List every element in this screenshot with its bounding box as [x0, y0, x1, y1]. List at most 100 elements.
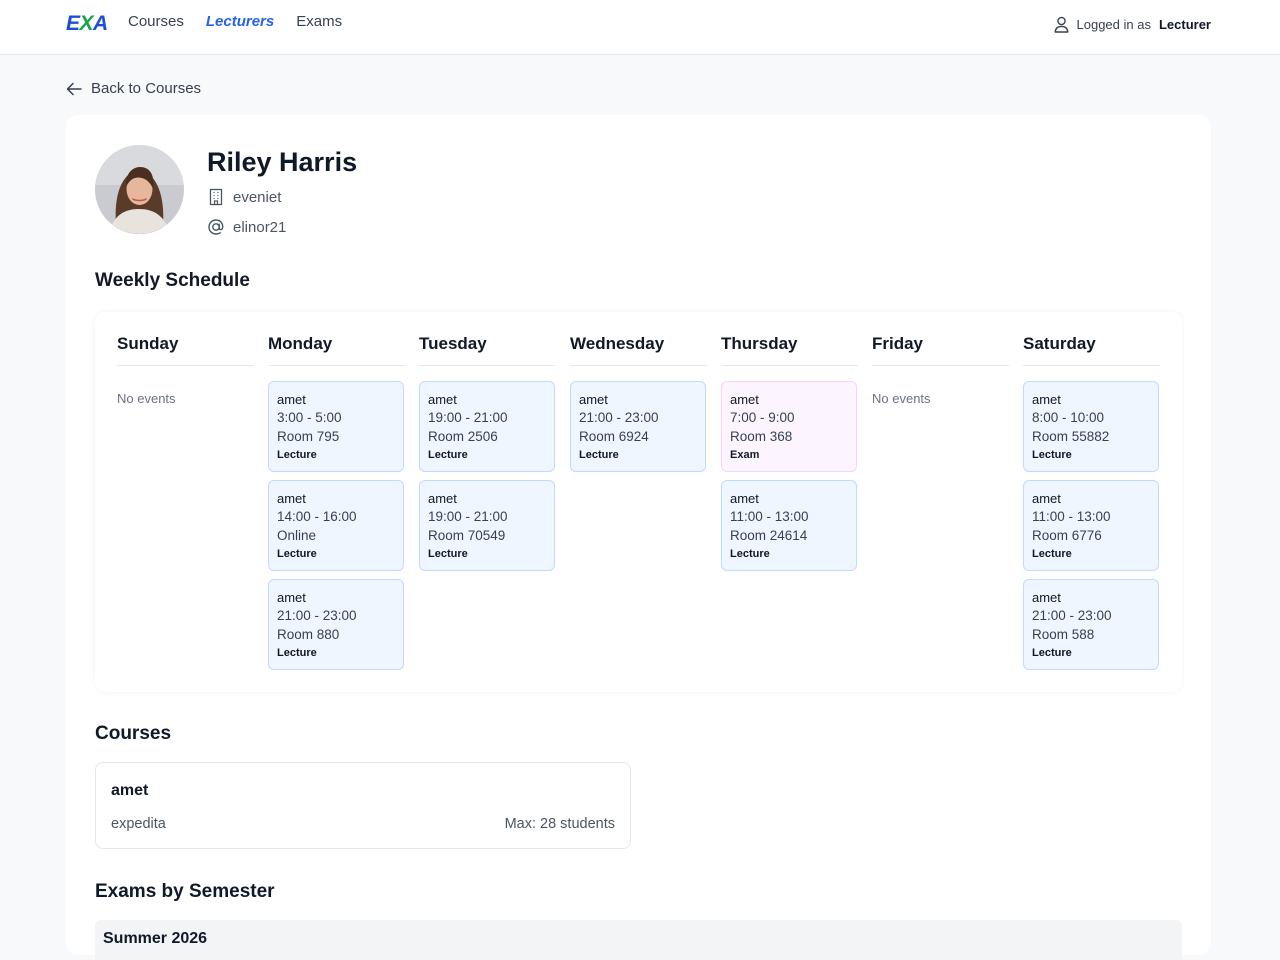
event-type: Lecture — [428, 548, 468, 560]
logo-letter-e: E — [66, 12, 80, 35]
department-line: eveniet — [207, 188, 281, 206]
day-header: Tuesday — [419, 334, 556, 366]
course-title: amet — [111, 782, 149, 799]
event-title: amet — [428, 491, 457, 506]
back-to-courses-link[interactable]: Back to Courses — [66, 80, 201, 97]
event-time: 3:00 - 5:00 — [277, 410, 342, 425]
event-location: Room 368 — [730, 428, 793, 444]
nav-link-courses[interactable]: Courses — [128, 13, 184, 30]
event-location: Room 6924 — [579, 428, 649, 444]
event-time: 8:00 - 10:00 — [1032, 410, 1105, 425]
avatar-image — [95, 145, 184, 234]
event-time: 11:00 - 13:00 — [730, 509, 809, 524]
logo-letter-x: X — [79, 12, 94, 35]
event-title: amet — [730, 491, 759, 506]
course-max-students: Max: 28 students — [504, 816, 615, 832]
event-title: amet — [579, 392, 608, 407]
event-time: 11:00 - 13:00 — [1032, 509, 1111, 524]
event-type: Lecture — [277, 647, 317, 659]
no-events-label: No events — [117, 391, 176, 406]
event-list: amet 19:00 - 21:00 Room 2506 Lecture ame… — [419, 381, 556, 571]
day-column-friday: Friday No events — [872, 334, 1009, 406]
event-location: Room 24614 — [730, 527, 808, 543]
event-card[interactable]: amet 14:00 - 16:00 Online Lecture — [268, 480, 404, 571]
at-sign-icon — [208, 219, 224, 235]
event-card[interactable]: amet 21:00 - 23:00 Room 6924 Lecture — [570, 381, 706, 472]
user-status[interactable]: Logged in as Lecturer — [1054, 16, 1211, 33]
day-header: Friday — [872, 334, 1009, 366]
event-time: 21:00 - 23:00 — [579, 410, 659, 425]
event-card[interactable]: amet 11:00 - 13:00 Room 6776 Lecture — [1023, 480, 1159, 571]
event-location: Room 2506 — [428, 428, 498, 444]
event-type: Lecture — [1032, 449, 1072, 461]
event-title: amet — [730, 392, 759, 407]
user-icon — [1054, 16, 1069, 33]
event-time: 7:00 - 9:00 — [730, 410, 795, 425]
building-icon — [209, 188, 223, 206]
event-card[interactable]: amet 19:00 - 21:00 Room 2506 Lecture — [419, 381, 555, 472]
exams-by-semester-heading: Exams by Semester — [95, 881, 275, 902]
exa-logo[interactable]: EXA — [66, 12, 108, 36]
event-card[interactable]: amet 11:00 - 13:00 Room 24614 Lecture — [721, 480, 857, 571]
event-type: Lecture — [1032, 548, 1072, 560]
course-card[interactable]: amet expedita Max: 28 students — [95, 762, 631, 849]
event-time: 14:00 - 16:00 — [277, 509, 357, 524]
day-column-tuesday: Tuesday amet 19:00 - 21:00 Room 2506 Lec… — [419, 334, 556, 571]
event-time: 19:00 - 21:00 — [428, 410, 508, 425]
nav-link-exams[interactable]: Exams — [296, 13, 342, 30]
event-location: Room 55882 — [1032, 428, 1110, 444]
lecturer-name: Riley Harris — [207, 147, 358, 177]
weekly-schedule-heading: Weekly Schedule — [95, 270, 250, 291]
event-title: amet — [1032, 590, 1061, 605]
top-navbar: EXA Courses Lecturers Exams Logged in as… — [0, 0, 1280, 55]
day-header: Sunday — [117, 334, 254, 366]
event-time: 19:00 - 21:00 — [428, 509, 508, 524]
event-title: amet — [277, 590, 306, 605]
nav-link-lecturers[interactable]: Lecturers — [206, 13, 274, 30]
day-column-monday: Monday amet 3:00 - 5:00 Room 795 Lecture… — [268, 334, 405, 670]
username: elinor21 — [233, 218, 287, 236]
day-header: Saturday — [1023, 334, 1160, 366]
course-description: expedita — [111, 816, 166, 832]
lecturer-detail-card: Riley Harris eveniet elinor21 Weekly Sch… — [66, 115, 1211, 960]
event-type: Exam — [730, 449, 760, 461]
day-header: Wednesday — [570, 334, 707, 366]
event-card[interactable]: amet 21:00 - 23:00 Room 588 Lecture — [1023, 579, 1159, 670]
semester-label: Summer 2026 — [103, 930, 208, 947]
event-card[interactable]: amet 19:00 - 21:00 Room 70549 Lecture — [419, 480, 555, 571]
event-location: Room 880 — [277, 626, 340, 642]
event-card[interactable]: amet 3:00 - 5:00 Room 795 Lecture — [268, 381, 404, 472]
event-card[interactable]: amet 8:00 - 10:00 Room 55882 Lecture — [1023, 381, 1159, 472]
event-type: Lecture — [730, 548, 770, 560]
event-type: Lecture — [428, 449, 468, 461]
event-type: Lecture — [579, 449, 619, 461]
event-list: amet 21:00 - 23:00 Room 6924 Lecture — [570, 381, 707, 472]
event-location: Online — [277, 527, 317, 543]
user-role: Lecturer — [1158, 17, 1211, 32]
day-header: Thursday — [721, 334, 858, 366]
courses-heading: Courses — [95, 723, 172, 744]
event-location: Room 588 — [1032, 626, 1095, 642]
event-type: Lecture — [277, 548, 317, 560]
event-card[interactable]: amet 21:00 - 23:00 Room 880 Lecture — [268, 579, 404, 670]
event-type: Lecture — [277, 449, 317, 461]
event-title: amet — [1032, 392, 1061, 407]
avatar — [95, 145, 184, 234]
logo-letter-a: A — [93, 12, 108, 35]
event-list: amet 7:00 - 9:00 Room 368 Exam amet 11:0… — [721, 381, 858, 571]
main-nav: Courses Lecturers Exams — [128, 13, 342, 30]
event-title: amet — [428, 392, 457, 407]
event-location: Room 6776 — [1032, 527, 1102, 543]
semester-group-header[interactable]: Summer 2026 — [95, 920, 1182, 960]
day-column-sunday: Sunday No events — [117, 334, 254, 406]
day-column-wednesday: Wednesday amet 21:00 - 23:00 Room 6924 L… — [570, 334, 707, 472]
event-title: amet — [1032, 491, 1061, 506]
event-list: amet 3:00 - 5:00 Room 795 Lecture amet 1… — [268, 381, 405, 670]
day-header: Monday — [268, 334, 405, 366]
event-list: amet 8:00 - 10:00 Room 55882 Lecture ame… — [1023, 381, 1160, 670]
event-card-exam[interactable]: amet 7:00 - 9:00 Room 368 Exam — [721, 381, 857, 472]
day-column-saturday: Saturday amet 8:00 - 10:00 Room 55882 Le… — [1023, 334, 1160, 670]
weekly-schedule: Sunday No events Monday amet 3:00 - 5:00… — [95, 312, 1182, 692]
event-time: 21:00 - 23:00 — [1032, 608, 1112, 623]
username-line: elinor21 — [207, 218, 286, 236]
